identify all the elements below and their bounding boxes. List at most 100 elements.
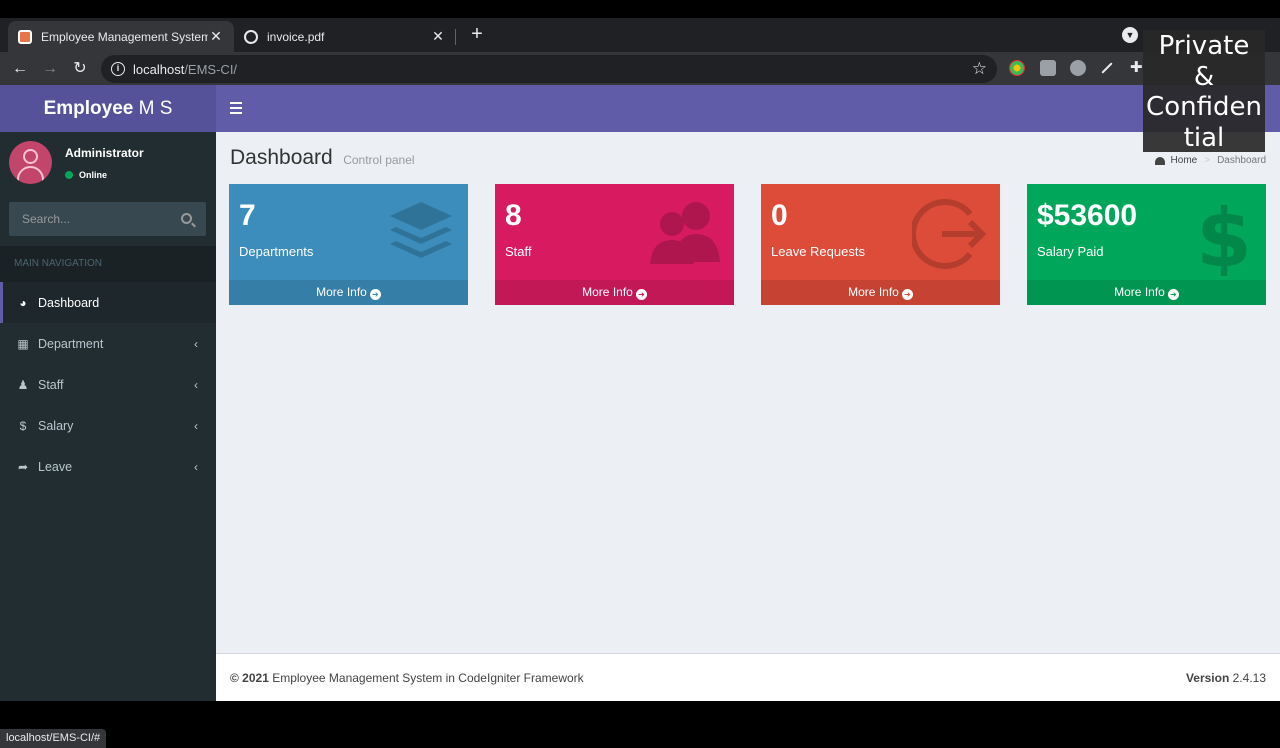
- sidebar: Administrator Online MAIN NAVIGATION ◕ D…: [0, 132, 216, 748]
- version-value: 2.4.13: [1229, 671, 1266, 685]
- close-tab-icon[interactable]: ✕: [208, 28, 224, 45]
- content-header: Dashboard Control panel: [230, 146, 415, 170]
- logo-rest: M S: [133, 98, 173, 119]
- page-title: Dashboard: [230, 146, 333, 169]
- browser-tabstrip: Employee Management System ✕ invoice.pdf…: [0, 18, 1280, 52]
- letterbox-top: [0, 0, 1280, 18]
- user-status-text: Online: [79, 170, 108, 180]
- browser-tab-invoice[interactable]: invoice.pdf ✕: [234, 21, 456, 52]
- dollar-icon: $: [1196, 196, 1252, 276]
- extension-icon[interactable]: [1009, 60, 1025, 76]
- page-footer: © 2021 Employee Management System in Cod…: [216, 653, 1280, 701]
- online-dot-icon: [65, 171, 73, 179]
- user-panel: Administrator Online: [0, 132, 216, 192]
- more-info-link[interactable]: More Info ➜: [1027, 280, 1266, 305]
- card-value: 0: [771, 199, 788, 232]
- pen-extension-icon[interactable]: [1101, 62, 1113, 74]
- grid-icon: ▦: [17, 336, 29, 351]
- card-value: 7: [239, 199, 256, 232]
- back-arrow-icon[interactable]: ←: [9, 58, 31, 80]
- arrow-circle-right-icon: ➜: [369, 289, 381, 300]
- close-tab-icon[interactable]: ✕: [430, 28, 446, 45]
- share-icon: ➦: [17, 459, 29, 474]
- new-tab-icon[interactable]: +: [466, 22, 488, 46]
- copyright-text: Employee Management System in CodeIgnite…: [268, 671, 584, 685]
- dollar-icon: $: [19, 418, 27, 433]
- card-value: $53600: [1037, 199, 1138, 232]
- more-info-label: More Info: [316, 285, 367, 299]
- status-bar-url: localhost/EMS-CI/#: [0, 729, 107, 748]
- sidebar-item-label: Dashboard: [38, 295, 100, 310]
- card-value: 8: [505, 199, 522, 232]
- users-icon: ♟: [17, 377, 29, 392]
- footer-version: Version 2.4.13: [1186, 671, 1266, 685]
- sidebar-search: [9, 202, 206, 236]
- sidebar-item-leave[interactable]: ➦ Leave ‹: [0, 446, 216, 487]
- top-navbar: [216, 85, 1280, 132]
- sidebar-item-dashboard[interactable]: ◕ Dashboard: [0, 282, 216, 323]
- sign-out-icon: [912, 199, 987, 269]
- address-bar[interactable]: i localhost/EMS-CI/ ☆: [101, 55, 997, 83]
- sidebar-item-label: Department: [38, 336, 104, 351]
- departments-card: 7 Departments More Info ➜: [229, 184, 468, 305]
- sidebar-item-staff[interactable]: ♟ Staff ‹: [0, 364, 216, 405]
- user-name: Administrator: [65, 146, 144, 160]
- tab-title: invoice.pdf: [267, 29, 325, 44]
- footer-copyright: © 2021 Employee Management System in Cod…: [230, 671, 584, 685]
- sidebar-item-department[interactable]: ▦ Department ‹: [0, 323, 216, 364]
- browser-tab-ems[interactable]: Employee Management System ✕: [8, 21, 234, 52]
- card-label: Salary Paid: [1037, 244, 1104, 259]
- arrow-circle-right-icon: ➜: [901, 289, 913, 300]
- sidebar-toggle-icon[interactable]: [230, 102, 242, 117]
- sidebar-item-label: Salary: [38, 418, 74, 433]
- card-label: Staff: [505, 244, 532, 259]
- copyright-year: © 2021: [230, 671, 269, 685]
- camera-extension-icon[interactable]: [1040, 60, 1056, 76]
- chevron-left-icon: ‹: [194, 459, 198, 474]
- site-info-icon[interactable]: i: [111, 62, 125, 76]
- more-info-label: More Info: [582, 285, 633, 299]
- watermark-line: tial: [1183, 122, 1225, 153]
- breadcrumb-home[interactable]: Home: [1171, 155, 1198, 166]
- dashboard-icon: [1154, 156, 1165, 165]
- globe-icon: [244, 29, 258, 44]
- layers-icon: [390, 202, 452, 258]
- arrow-circle-right-icon: ➜: [1167, 289, 1179, 300]
- more-info-label: More Info: [1114, 285, 1165, 299]
- nav-header: MAIN NAVIGATION: [0, 246, 216, 282]
- app-container: Employee M S Administrator Online MAIN N…: [0, 85, 1280, 748]
- screen: Employee Management System ✕ invoice.pdf…: [0, 0, 1280, 748]
- chevron-left-icon: ‹: [194, 418, 198, 433]
- cloud-extension-icon[interactable]: [1070, 60, 1086, 76]
- search-input[interactable]: [9, 202, 174, 236]
- salary-paid-card: $53600 Salary Paid $ More Info ➜: [1027, 184, 1266, 305]
- search-icon[interactable]: [181, 213, 192, 224]
- more-info-link[interactable]: More Info ➜: [229, 280, 468, 305]
- url-text[interactable]: localhost/EMS-CI/: [133, 62, 237, 77]
- page-subtitle: Control panel: [343, 153, 415, 167]
- logo-bold: Employee: [43, 98, 134, 119]
- avatar: [9, 141, 52, 184]
- tab-search-icon[interactable]: ▼: [1122, 27, 1138, 43]
- staff-card: 8 Staff More Info ➜: [495, 184, 734, 305]
- watermark-overlay: Private & Confiden tial: [1143, 30, 1265, 153]
- version-label: Version: [1185, 671, 1230, 685]
- users-icon: [650, 202, 720, 264]
- reload-icon[interactable]: ↻: [69, 58, 91, 80]
- sidebar-item-label: Staff: [38, 377, 64, 392]
- card-label: Leave Requests: [771, 244, 865, 259]
- tab-title: Employee Management System: [41, 29, 208, 44]
- chevron-left-icon: ‹: [194, 336, 198, 351]
- more-info-link[interactable]: More Info ➜: [495, 280, 734, 305]
- more-info-link[interactable]: More Info ➜: [761, 280, 1000, 305]
- sidebar-item-salary[interactable]: $ Salary ‹: [0, 405, 216, 446]
- forward-arrow-icon[interactable]: →: [39, 58, 61, 80]
- browser-toolbar: ← → ↻ i localhost/EMS-CI/ ☆ ✚: [0, 52, 1280, 85]
- sidebar-item-label: Leave: [38, 459, 73, 474]
- svg-text:$: $: [1196, 196, 1252, 276]
- url-path: /EMS-CI/: [184, 62, 238, 77]
- breadcrumb-current: Dashboard: [1217, 155, 1266, 166]
- app-logo[interactable]: Employee M S: [0, 85, 216, 132]
- chevron-left-icon: ‹: [194, 377, 198, 392]
- bookmark-star-icon[interactable]: ☆: [972, 59, 987, 79]
